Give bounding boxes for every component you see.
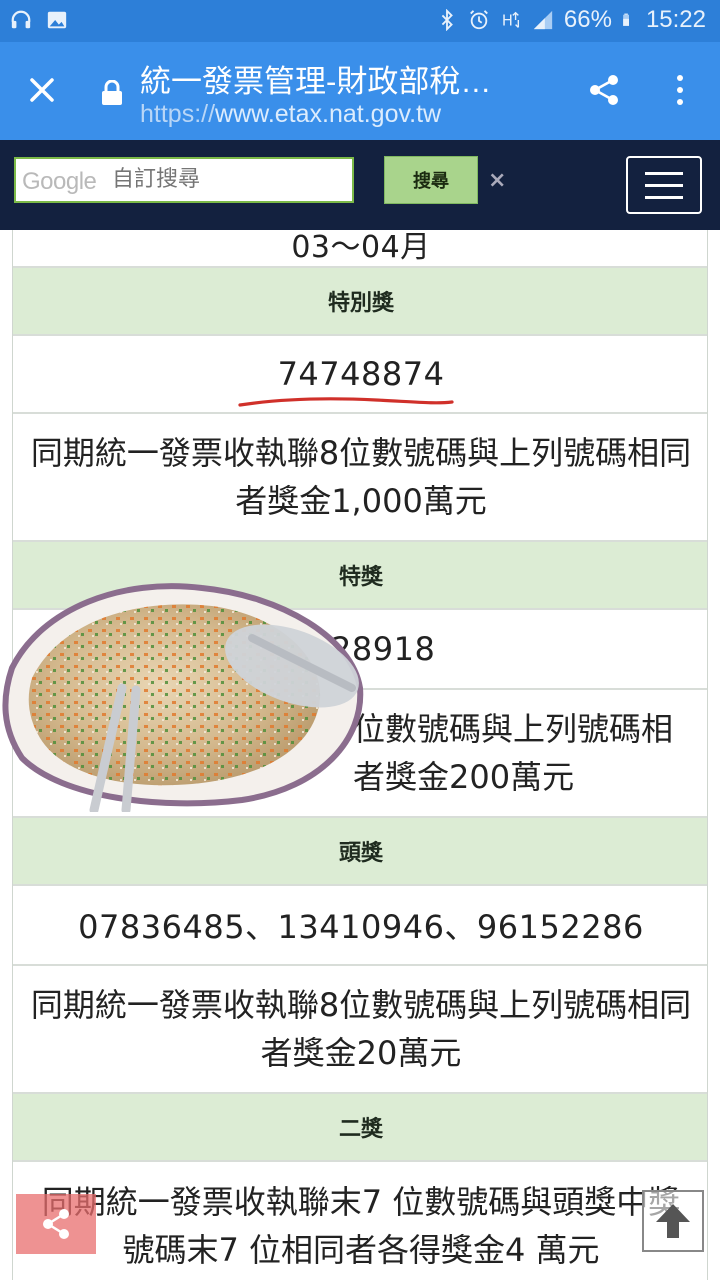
page-title: 統一發票管理-財政部稅… — [140, 64, 492, 99]
back-to-top-button[interactable] — [642, 1190, 704, 1252]
search-brand: Google — [22, 168, 97, 195]
prize-heading-first: 頭獎 — [338, 841, 383, 866]
battery-percent: 66% — [563, 6, 612, 33]
prize-number-special: 74748874 — [277, 355, 445, 393]
menu-line-icon — [645, 172, 683, 175]
headphones-icon — [11, 10, 31, 29]
url-protocol: https:// — [140, 100, 216, 128]
image-icon — [47, 11, 67, 29]
browser-toolbar: 統一發票管理-財政部稅… https://www.etax.nat.gov.tw — [0, 42, 720, 140]
prize-desc-grand: 位數號碼與上列號碼相 者獎金200萬元 — [353, 710, 674, 796]
search-input[interactable] — [112, 167, 342, 192]
table-row: 同期統一發票收執聯8位數號碼與上列號碼相同者獎金1,000萬元 — [13, 414, 707, 542]
prize-numbers-first: 07836485、13410946、96152286 — [78, 908, 644, 946]
table-row: 同期統一發票收執聯8位數號碼與上列號碼相同者獎金20萬元 — [13, 966, 707, 1094]
battery-icon — [623, 13, 629, 26]
data-icon: H — [502, 11, 519, 30]
red-underline-mark — [238, 397, 454, 407]
menu-line-icon — [645, 184, 683, 187]
more-options-icon[interactable] — [668, 72, 692, 108]
svg-text:H: H — [502, 13, 513, 30]
url-host: www.etax.nat.gov.tw — [215, 100, 442, 128]
fried-rice-photo — [2, 583, 364, 812]
bluetooth-icon — [441, 9, 453, 31]
table-row: 07836485、13410946、96152286 — [13, 886, 707, 966]
menu-line-icon — [645, 196, 683, 199]
hamburger-menu-button[interactable] — [626, 156, 702, 214]
floating-share-button[interactable] — [16, 1194, 96, 1254]
prize-desc-first: 同期統一發票收執聯8位數號碼與上列號碼相同者獎金20萬元 — [30, 986, 692, 1072]
prize-heading-special: 特別獎 — [327, 291, 394, 316]
arrow-up-icon — [656, 1204, 690, 1238]
prize-heading-second: 二獎 — [338, 1117, 383, 1142]
prize-desc-second: 同期統一發票收執聯末7 位數號碼與頭獎中獎號碼末7 位相同者各得獎金4 萬元 — [41, 1183, 681, 1269]
search-button[interactable]: 搜尋 — [384, 156, 478, 204]
share-icon[interactable] — [586, 72, 622, 108]
period-label: 03～04月 — [291, 230, 431, 265]
period-cell: 03～04月 — [13, 230, 707, 268]
alarm-icon — [469, 10, 488, 30]
search-box[interactable]: Google — [14, 157, 354, 203]
signal-icon — [533, 10, 553, 30]
status-bar: H 66% 15:22 — [0, 0, 720, 42]
table-row: 特別獎 — [13, 268, 707, 336]
prize-desc-special: 同期統一發票收執聯8位數號碼與上列號碼相同者獎金1,000萬元 — [30, 434, 692, 520]
clock: 15:22 — [645, 6, 706, 33]
share-icon — [43, 1209, 69, 1239]
table-row: 頭獎 — [13, 818, 707, 886]
url-text[interactable]: https://www.etax.nat.gov.tw — [140, 100, 441, 129]
table-row: 同期統一發票收執聯末7 位數號碼與頭獎中獎號碼末7 位相同者各得獎金4 萬元 — [13, 1162, 707, 1280]
lock-icon — [102, 80, 122, 105]
site-header: Google 搜尋 × — [0, 140, 720, 230]
close-icon[interactable] — [24, 72, 60, 108]
table-row: 二獎 — [13, 1094, 707, 1162]
clear-search-icon[interactable]: × — [488, 168, 506, 193]
